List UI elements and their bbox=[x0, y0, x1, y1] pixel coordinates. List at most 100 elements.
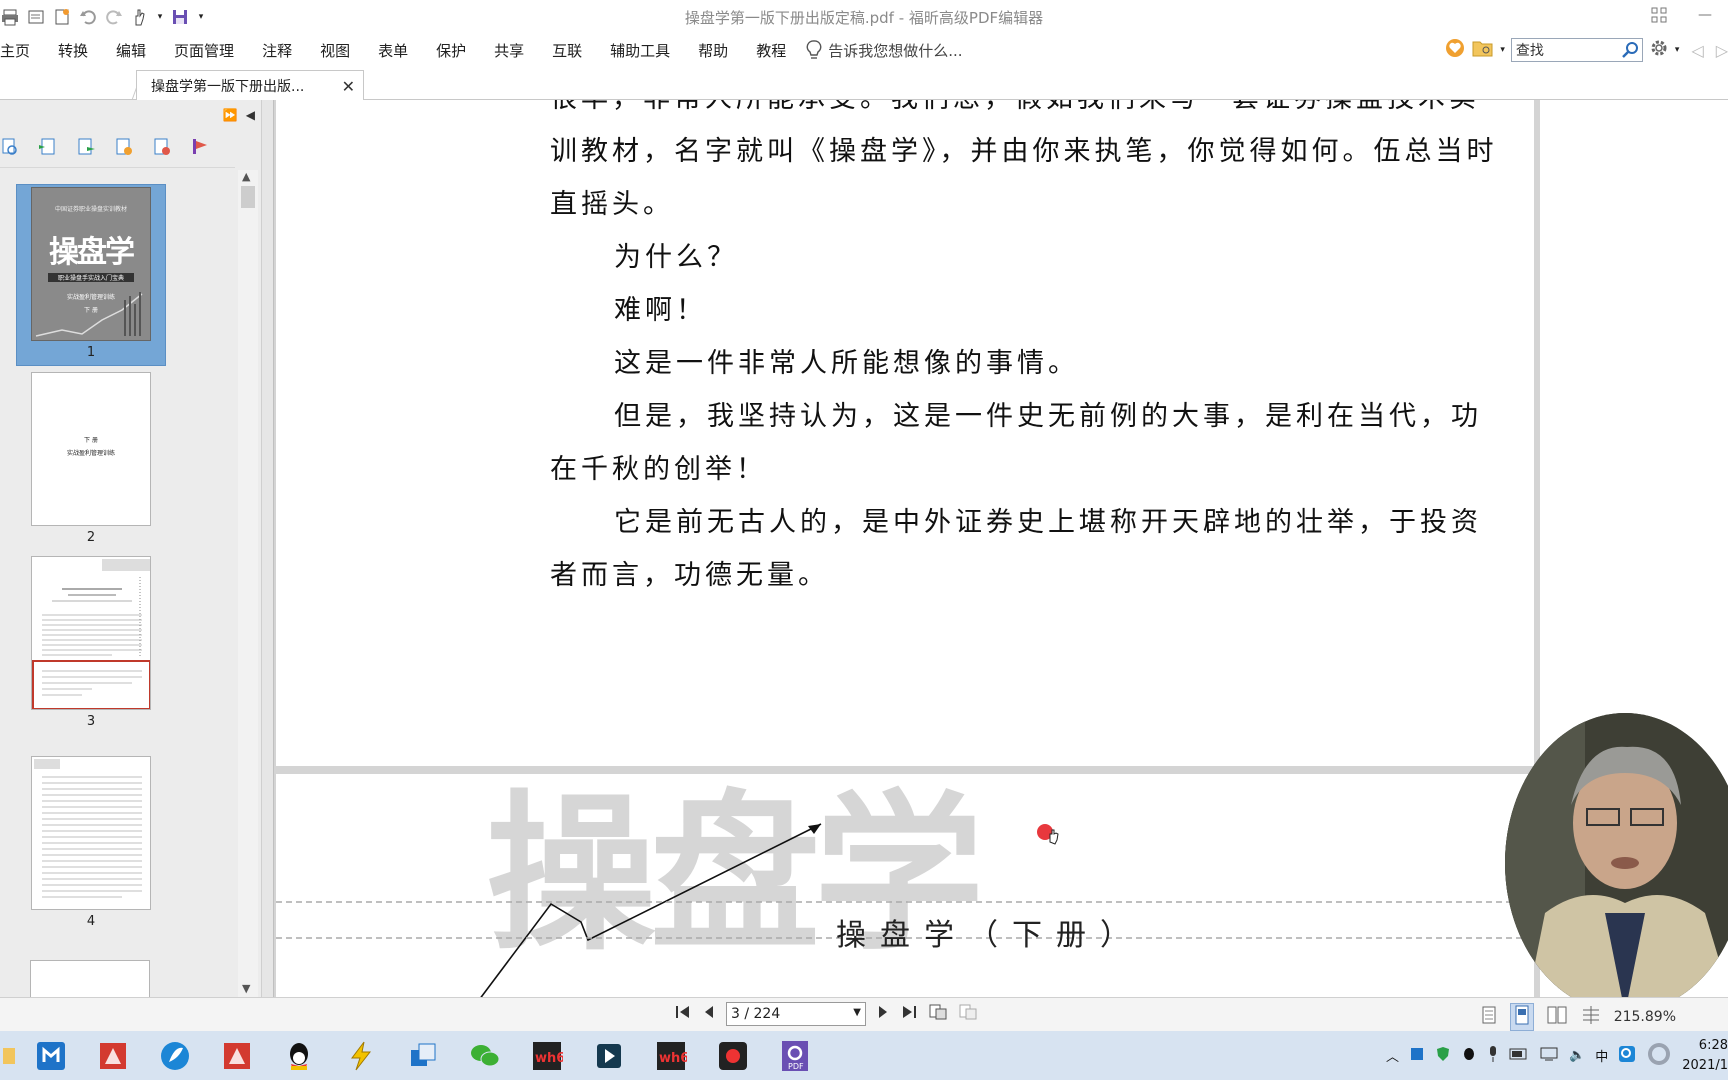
zoom-thumbnail-icon[interactable] bbox=[0, 137, 20, 161]
pdf-editor-taskbar-icon[interactable]: PDF bbox=[764, 1031, 826, 1080]
thumbnail-page-2[interactable]: 下 册 实战盈利管理训练 2 bbox=[16, 372, 166, 554]
thumbnail-scrollbar[interactable]: ▲ ▼ bbox=[238, 170, 258, 997]
clock[interactable]: 6:28 2021/1 bbox=[1682, 1036, 1728, 1076]
facing-view-icon[interactable] bbox=[1546, 1005, 1568, 1029]
screen-recorder-icon[interactable] bbox=[702, 1031, 764, 1080]
close-tab-icon[interactable]: ✕ bbox=[342, 77, 355, 96]
wechat-icon[interactable] bbox=[454, 1031, 516, 1080]
scroll-down-icon[interactable]: ▼ bbox=[242, 982, 250, 995]
find-dropdown-icon[interactable]: ▾ bbox=[1500, 45, 1505, 55]
menu-tutorial[interactable]: 教程 bbox=[742, 34, 800, 66]
new-file-icon[interactable] bbox=[52, 7, 72, 27]
search-input[interactable]: 查找 bbox=[1510, 38, 1643, 64]
microphone-icon[interactable] bbox=[1487, 1045, 1499, 1067]
insert-page-icon[interactable] bbox=[38, 137, 58, 161]
menu-help[interactable]: 帮助 bbox=[684, 34, 742, 66]
foxit-pdf-icon-2[interactable] bbox=[206, 1031, 268, 1080]
continuous-view-icon[interactable] bbox=[1509, 1003, 1534, 1031]
page-number-input[interactable]: 3 / 224 ▼ bbox=[726, 1002, 866, 1026]
single-page-view-icon[interactable] bbox=[1480, 1005, 1498, 1029]
dropdown-icon[interactable]: ▾ bbox=[156, 7, 164, 27]
expand-panel-icon[interactable]: ⏩ bbox=[223, 108, 238, 122]
thunder-icon[interactable] bbox=[330, 1031, 392, 1080]
input-method-icon[interactable]: 中 bbox=[1595, 1046, 1608, 1065]
menu-page-management[interactable]: 页面管理 bbox=[160, 34, 248, 66]
menu-connect[interactable]: 互联 bbox=[538, 34, 596, 66]
battery-icon[interactable] bbox=[1509, 1047, 1529, 1065]
thumbnail-page-1[interactable]: 中国证券职业操盘实训教材 操盘学 职业操盘手实战入门宝典 实战盈利管理训练 下 … bbox=[16, 184, 166, 366]
settings-gear-icon[interactable] bbox=[1649, 38, 1669, 62]
show-hidden-icons-icon[interactable]: ︿ bbox=[1386, 1046, 1399, 1065]
page-dropdown-icon[interactable]: ▼ bbox=[853, 1007, 861, 1018]
menu-comment[interactable]: 注释 bbox=[248, 34, 306, 66]
page-properties-icon[interactable] bbox=[190, 137, 210, 161]
volume-icon[interactable]: 🔈 bbox=[1569, 1048, 1585, 1063]
menu-protect[interactable]: 保护 bbox=[422, 34, 480, 66]
security-shield-icon[interactable] bbox=[1435, 1046, 1451, 1066]
extract-page-icon[interactable] bbox=[76, 137, 96, 161]
page-text: 很早，非常人所能承受。我们想，假如我们来写一套证券操盘技术实 训教材，名字就叫《… bbox=[550, 100, 1530, 602]
thumbnail-page-4[interactable]: 4 bbox=[16, 756, 166, 938]
notification-badge-icon[interactable] bbox=[1646, 1041, 1672, 1071]
foxit-pdf-icon[interactable] bbox=[82, 1031, 144, 1080]
nav-forward-icon[interactable]: ▷ bbox=[1716, 41, 1728, 60]
next-view-icon[interactable] bbox=[958, 1003, 978, 1025]
restore-layout-icon[interactable] bbox=[1636, 0, 1682, 30]
wh6-icon-2[interactable]: wh6 bbox=[640, 1031, 702, 1080]
delete-page-icon[interactable] bbox=[152, 137, 172, 161]
qq-icon[interactable] bbox=[268, 1031, 330, 1080]
quick-access-toolbar: ▾ ▾ bbox=[0, 0, 206, 34]
zoom-level[interactable]: 215.89% bbox=[1614, 1009, 1676, 1025]
menu-form[interactable]: 表单 bbox=[364, 34, 422, 66]
thumbnail-panel: ⏩ ◀ 中国证券职业操盘实训教材 操盘学 职业操盘手实战入门宝典 实战盈利管理训… bbox=[0, 100, 262, 997]
document-tab-strip: 操盘学第一版下册出版... ✕ bbox=[0, 66, 1728, 100]
customize-toolbar-icon[interactable]: ▾ bbox=[196, 7, 206, 27]
open-file-icon[interactable] bbox=[26, 7, 46, 27]
menu-view[interactable]: 视图 bbox=[306, 34, 364, 66]
undo-icon[interactable] bbox=[78, 7, 98, 27]
next-page-icon[interactable] bbox=[876, 1003, 890, 1025]
page-thumbnail bbox=[31, 756, 151, 910]
scrollbar-thumb[interactable] bbox=[241, 186, 255, 208]
collapse-panel-icon[interactable]: ◀ bbox=[246, 108, 255, 122]
search-tray-icon[interactable] bbox=[1618, 1045, 1636, 1067]
last-page-icon[interactable] bbox=[900, 1003, 918, 1025]
save-icon[interactable] bbox=[170, 7, 190, 27]
scroll-up-icon[interactable]: ▲ bbox=[242, 170, 250, 183]
clock-date: 2021/1 bbox=[1682, 1057, 1728, 1073]
window-manager-icon[interactable] bbox=[392, 1031, 454, 1080]
tab-document[interactable]: 操盘学第一版下册出版... ✕ bbox=[136, 70, 364, 100]
previous-page-icon[interactable] bbox=[702, 1003, 716, 1025]
minimize-icon[interactable]: — bbox=[1682, 0, 1728, 30]
tell-me-box[interactable]: 告诉我您想做什么... bbox=[806, 40, 963, 61]
search-icon[interactable] bbox=[1620, 40, 1640, 64]
tray-app-icon[interactable] bbox=[1409, 1046, 1425, 1066]
print-icon[interactable] bbox=[0, 7, 20, 27]
nav-back-icon[interactable]: ◁ bbox=[1685, 41, 1709, 60]
explorer-icon[interactable] bbox=[0, 1031, 20, 1080]
favorite-icon[interactable] bbox=[1444, 37, 1466, 63]
previous-view-icon[interactable] bbox=[928, 1003, 948, 1025]
find-folder-icon[interactable] bbox=[1472, 38, 1494, 62]
thumbnail-page-5-partial[interactable] bbox=[30, 960, 150, 997]
menu-convert[interactable]: 转换 bbox=[44, 34, 102, 66]
thumbnail-page-3[interactable]: 3 bbox=[16, 556, 166, 738]
feather-app-icon[interactable] bbox=[144, 1031, 206, 1080]
media-player-icon[interactable] bbox=[578, 1031, 640, 1080]
continuous-facing-view-icon[interactable] bbox=[1580, 1005, 1602, 1029]
hand-tool-icon[interactable] bbox=[130, 7, 150, 27]
network-icon[interactable] bbox=[1539, 1046, 1559, 1066]
search-placeholder: 查找 bbox=[1515, 43, 1544, 59]
redo-icon[interactable] bbox=[104, 7, 124, 27]
menu-edit[interactable]: 编辑 bbox=[102, 34, 160, 66]
settings-dropdown-icon[interactable]: ▾ bbox=[1675, 45, 1680, 55]
maxthon-icon[interactable] bbox=[20, 1031, 82, 1080]
wh6-icon[interactable]: wh6 bbox=[516, 1031, 578, 1080]
add-page-icon[interactable] bbox=[114, 137, 134, 161]
panel-splitter[interactable] bbox=[262, 100, 274, 997]
menu-home[interactable]: 主页 bbox=[0, 34, 44, 66]
menu-accessibility[interactable]: 辅助工具 bbox=[596, 34, 684, 66]
first-page-icon[interactable] bbox=[674, 1003, 692, 1025]
qq-tray-icon[interactable] bbox=[1461, 1046, 1477, 1066]
menu-share[interactable]: 共享 bbox=[480, 34, 538, 66]
